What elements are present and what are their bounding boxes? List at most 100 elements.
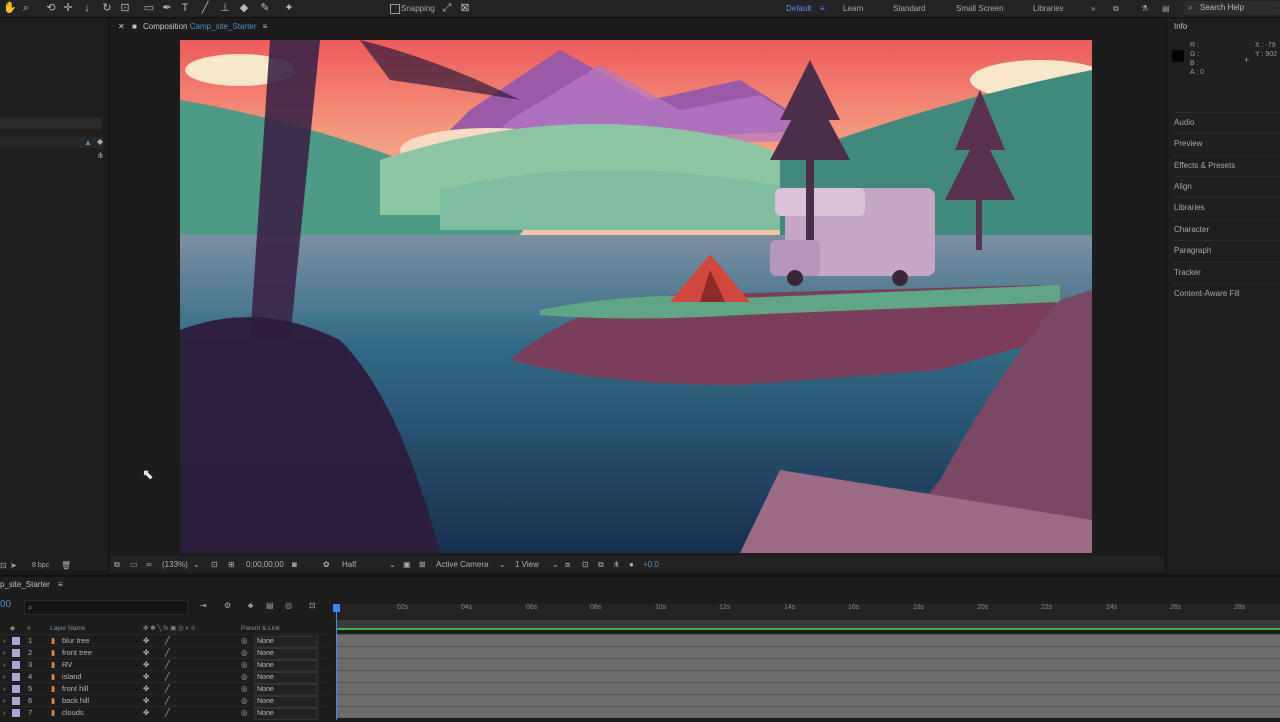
zoom-dropdown-icon[interactable]: ⌄ <box>193 556 200 573</box>
layer-color-swatch[interactable] <box>12 673 20 681</box>
brush-tool-icon[interactable]: ╱ <box>198 1 212 15</box>
panel-character[interactable]: Character <box>1174 219 1280 240</box>
parent-pickwhip-icon[interactable]: ◎ <box>241 707 248 719</box>
panel-libraries[interactable]: Libraries <box>1174 197 1280 218</box>
layer-duration-bar[interactable] <box>337 658 1280 670</box>
layer-duration-bar[interactable] <box>337 682 1280 694</box>
snapping-checkbox[interactable] <box>390 4 400 14</box>
workspace-learn[interactable]: Learn <box>843 0 863 17</box>
layer-duration-bar[interactable] <box>337 694 1280 706</box>
toggle-pixel-aspect-icon[interactable]: ⧈ <box>565 556 570 573</box>
panel-effects-presets[interactable]: Effects & Presets <box>1174 155 1280 176</box>
snap-options-icon[interactable]: ⤢ <box>440 1 454 15</box>
transparency-grid-icon[interactable]: ⊠ <box>419 556 426 573</box>
frame-blending-icon[interactable]: ▤ <box>266 601 274 610</box>
workspace-default[interactable]: Default <box>786 0 811 17</box>
composition-tab[interactable]: ✕ ■ Composition Camp_site_Starter ≡ <box>118 20 267 34</box>
flowchart-icon[interactable]: ⋔ <box>613 556 620 573</box>
new-folder-icon[interactable]: ➤ <box>10 561 17 570</box>
tab-menu-icon[interactable]: ≡ <box>263 22 268 31</box>
bit-depth-button[interactable]: 8 bpc <box>32 562 49 569</box>
shy-switch-icon[interactable]: ✤ <box>143 707 149 719</box>
expand-arrow-icon[interactable]: › <box>3 707 6 719</box>
type-tool-icon[interactable]: T <box>178 1 192 15</box>
eraser-tool-icon[interactable]: ◆ <box>237 1 251 15</box>
flask-icon[interactable]: ⚗ <box>1141 0 1148 17</box>
timeline-icon[interactable]: ⧉ <box>598 556 604 573</box>
layer-duration-bar[interactable] <box>337 670 1280 682</box>
rotation-tool-icon[interactable]: ↻ <box>100 1 114 15</box>
rotate-tool-icon[interactable]: ⟲ <box>44 1 58 15</box>
layer-duration-bar[interactable] <box>337 634 1280 646</box>
always-preview-icon[interactable]: ⧉ <box>114 556 120 573</box>
color-channel-icon[interactable]: ✿ <box>323 556 330 573</box>
panel-align[interactable]: Align <box>1174 176 1280 197</box>
search-help-field[interactable]: ⌕ Search Help <box>1184 1 1280 15</box>
snap-grid-icon[interactable]: ⊠ <box>458 1 472 15</box>
resolution-dropdown-icon[interactable]: ⌄ <box>389 556 396 573</box>
layer-color-swatch[interactable] <box>12 697 20 705</box>
column-layer-name[interactable]: Layer Name <box>50 624 85 633</box>
timeline-tab[interactable]: p_site_Starter ≡ <box>0 578 63 592</box>
graph-editor-icon[interactable]: ⊡ <box>309 601 316 610</box>
fit-icon[interactable]: ⊡ <box>211 556 218 573</box>
pen-tool-icon[interactable]: ✒ <box>160 1 174 15</box>
project-search-bar[interactable] <box>0 118 102 129</box>
hand-tool-icon[interactable]: ✋ <box>3 1 17 15</box>
roto-brush-tool-icon[interactable]: ✎ <box>258 1 272 15</box>
layer-color-swatch[interactable] <box>12 661 20 669</box>
snapshot-camera-icon[interactable]: ◙ <box>292 556 297 573</box>
lock-icon[interactable]: ■ <box>132 22 137 31</box>
zoom-level[interactable]: (133%) <box>162 556 188 573</box>
layer-duration-bar[interactable] <box>337 646 1280 658</box>
trash-icon[interactable]: 🗑 <box>61 561 71 570</box>
panel-preview[interactable]: Preview <box>1174 133 1280 154</box>
layer-color-swatch[interactable] <box>12 685 20 693</box>
layer-color-swatch[interactable] <box>12 649 20 657</box>
resolution-select[interactable]: Half <box>342 556 356 573</box>
camera-dropdown-icon[interactable]: ⌄ <box>499 556 506 573</box>
parent-select[interactable]: None <box>254 708 318 720</box>
current-time[interactable]: 00 <box>0 599 11 610</box>
workspace-small-screen[interactable]: Small Screen <box>956 0 1004 17</box>
timecode[interactable]: 0;00;00;00 <box>246 556 284 573</box>
reset-exposure-icon[interactable]: ● <box>629 556 634 573</box>
mask-view-icon[interactable]: ∞ <box>146 556 152 573</box>
zoom-tool-icon[interactable]: ⌕ <box>19 1 33 15</box>
exposure-value[interactable]: +0.0 <box>643 556 659 573</box>
workspace-menu-icon[interactable]: ≡ <box>820 0 825 17</box>
tab-menu-icon[interactable]: ≡ <box>58 580 63 589</box>
draft-3d-icon[interactable]: ⚙ <box>224 601 231 610</box>
playhead-line[interactable] <box>336 604 337 720</box>
workspace-libraries[interactable]: Libraries <box>1033 0 1064 17</box>
workspace-standard[interactable]: Standard <box>893 0 925 17</box>
anchor-tool-icon[interactable]: ⊡ <box>118 1 132 15</box>
layer-search-input[interactable]: ⌕ <box>24 600 188 615</box>
layer-color-swatch[interactable] <box>12 637 20 645</box>
rectangle-tool-icon[interactable]: ▭ <box>142 1 156 15</box>
panel-tracker[interactable]: Tracker <box>1174 262 1280 283</box>
panel-paragraph[interactable]: Paragraph <box>1174 240 1280 261</box>
fast-previews-icon[interactable]: ⊡ <box>582 556 589 573</box>
layer-duration-bar[interactable] <box>337 706 1280 718</box>
close-tab-icon[interactable]: ✕ <box>118 22 125 31</box>
layer-name[interactable]: clouds <box>62 707 84 719</box>
layer-color-swatch[interactable] <box>12 709 20 717</box>
arrow-down-icon[interactable]: ↓ <box>80 1 94 15</box>
chat-icon[interactable]: ▤ <box>1162 0 1170 17</box>
flowchart-icon[interactable]: ⋔ <box>97 151 104 160</box>
work-area-bar[interactable] <box>336 620 1280 630</box>
comp-mini-flowchart-icon[interactable]: ⇥ <box>200 601 207 610</box>
region-of-interest-icon[interactable]: ▣ <box>403 556 411 573</box>
panel-content-aware-fill[interactable]: Content-Aware Fill <box>1174 283 1280 304</box>
monitor-icon[interactable]: ▭ <box>130 556 138 573</box>
view-layout-select[interactable]: 1 View <box>515 556 539 573</box>
interpret-footage-icon[interactable]: ⊡ <box>0 561 7 570</box>
camera-select[interactable]: Active Camera <box>436 556 488 573</box>
cloud-sync-icon[interactable]: ⧉ <box>1113 0 1119 17</box>
grid-icon[interactable]: ⊞ <box>228 556 235 573</box>
puppet-tool-icon[interactable]: ✦ <box>282 1 296 15</box>
quality-switch-icon[interactable]: ╱ <box>165 707 170 719</box>
tag-icon[interactable]: ◆ <box>97 137 103 146</box>
panel-audio[interactable]: Audio <box>1174 112 1280 133</box>
